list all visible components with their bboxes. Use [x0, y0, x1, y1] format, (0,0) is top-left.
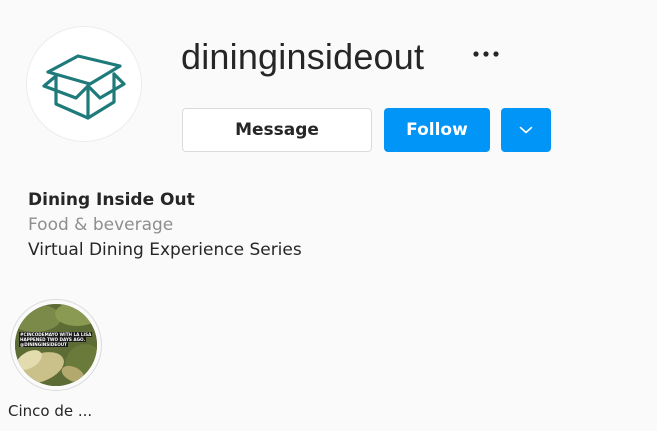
highlight-cover-caption: #CincoDeMayo with La Lisa happened two d… [19, 332, 93, 347]
chevron-down-icon [519, 126, 533, 134]
more-horizontal-icon [473, 51, 499, 57]
message-button[interactable]: Message [182, 108, 372, 152]
profile-page: dininginsideout Message Follow Dining In… [0, 0, 657, 431]
story-highlight-label: Cinco de ... [8, 402, 93, 420]
follow-button[interactable]: Follow [384, 108, 490, 152]
more-options-button[interactable] [466, 38, 506, 70]
story-highlight-cover: #CincoDeMayo with La Lisa happened two d… [15, 304, 97, 386]
profile-bio: Dining Inside Out Food & beverage Virtua… [28, 188, 302, 263]
profile-description: Virtual Dining Experience Series [28, 240, 302, 260]
profile-full-name: Dining Inside Out [28, 190, 195, 210]
profile-category: Food & beverage [28, 215, 174, 235]
suggestions-dropdown-button[interactable] [501, 108, 551, 152]
profile-avatar[interactable] [27, 27, 141, 141]
story-highlight[interactable]: #CincoDeMayo with La Lisa happened two d… [10, 299, 102, 391]
profile-username: dininginsideout [181, 36, 425, 77]
open-box-logo-icon [42, 54, 126, 120]
